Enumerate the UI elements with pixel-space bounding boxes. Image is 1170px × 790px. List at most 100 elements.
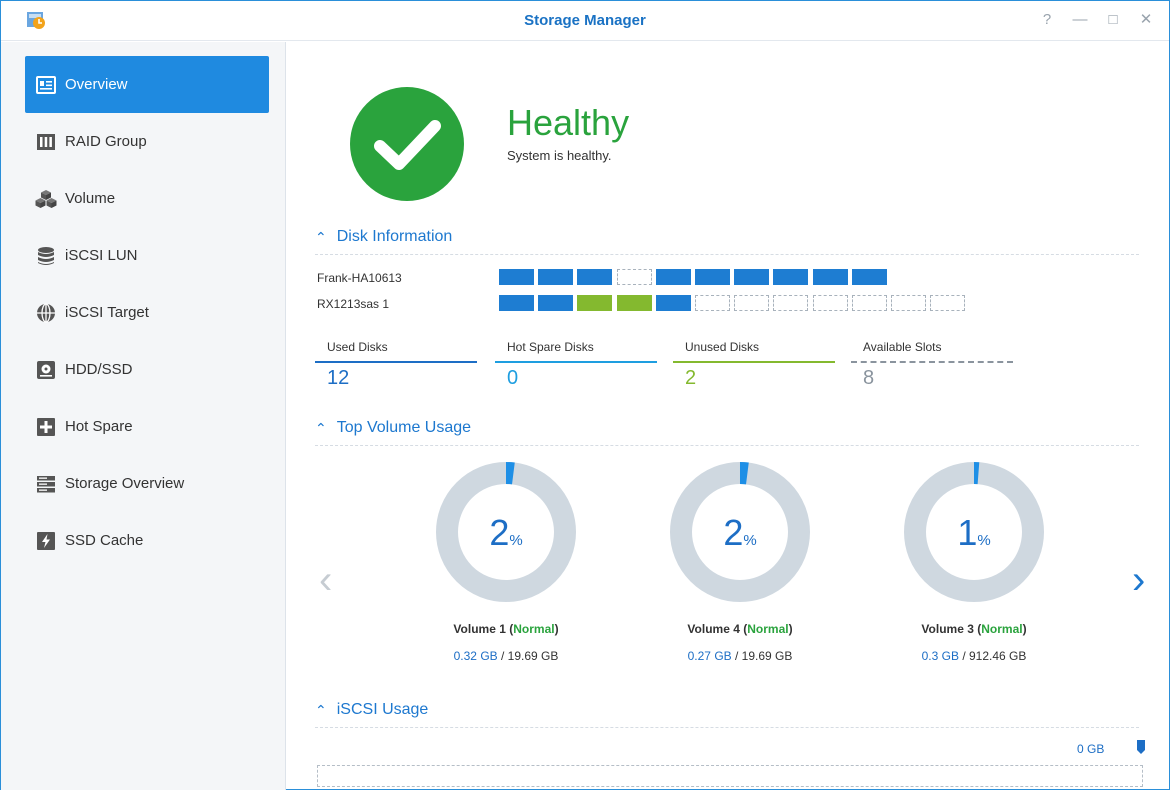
- hdd-ssd-icon: [37, 360, 55, 379]
- volume-icon: [35, 189, 57, 208]
- device-name: Frank-HA10613: [317, 271, 402, 285]
- volume-name: Volume 3 (Normal): [921, 622, 1027, 636]
- stat-label: Hot Spare Disks: [507, 340, 594, 354]
- section-divider: [315, 445, 1139, 446]
- disk-slot-empty: [734, 295, 770, 311]
- overview-icon: [36, 75, 56, 94]
- sidebar-item-iscsi-target[interactable]: iSCSI Target: [25, 284, 269, 341]
- top-volume-usage-heading[interactable]: ⌃ Top Volume Usage: [315, 419, 471, 437]
- disk-slot-used: [851, 269, 887, 285]
- sidebar-item-storage-overview[interactable]: Storage Overview: [25, 455, 269, 512]
- stat-hot-spare-disks: Hot Spare Disks 0: [495, 339, 657, 389]
- sidebar-item-label: RAID Group: [65, 133, 147, 150]
- disk-slot-used: [499, 295, 534, 311]
- stat-bar: [495, 361, 657, 363]
- chevron-up-icon: ⌃: [315, 228, 327, 245]
- window-title: Storage Manager: [524, 12, 646, 29]
- sidebar: Overview RAID Group Volume iSCSI LUN iSC…: [1, 42, 286, 790]
- disk-slot-empty: [930, 295, 966, 311]
- sidebar-item-label: Storage Overview: [65, 475, 185, 492]
- stat-available-slots: Available Slots 8: [851, 339, 1013, 389]
- volume-name: Volume 1 (Normal): [453, 622, 559, 636]
- health-message: System is healthy.: [507, 148, 612, 163]
- disk-slot-used: [538, 269, 574, 285]
- previous-arrow-icon[interactable]: ‹: [319, 560, 332, 600]
- disk-slot-used: [734, 269, 770, 285]
- disk-slot-used: [812, 269, 848, 285]
- ssd-cache-icon: [37, 531, 55, 550]
- stat-bar: [315, 361, 477, 363]
- iscsi-lun-icon: [38, 246, 54, 265]
- stat-label: Available Slots: [863, 340, 942, 354]
- section-title: iSCSI Usage: [336, 701, 429, 718]
- stat-bar: [673, 361, 835, 363]
- volume-percent: 1%: [957, 512, 991, 553]
- sidebar-item-label: Overview: [65, 76, 128, 93]
- sidebar-item-volume[interactable]: Volume: [25, 170, 269, 227]
- minimize-icon[interactable]: —: [1069, 10, 1091, 30]
- device-name: RX1213sas 1: [317, 297, 390, 311]
- disk-slot-empty: [891, 295, 926, 311]
- disk-slot-used: [655, 269, 691, 285]
- sidebar-item-iscsi-lun[interactable]: iSCSI LUN: [25, 227, 269, 284]
- sidebar-item-label: Volume: [65, 190, 116, 207]
- disk-slot-empty: [695, 295, 730, 311]
- sidebar-item-label: Hot Spare: [65, 418, 133, 435]
- volume-percent: 2%: [489, 512, 523, 553]
- disk-slot-used: [499, 269, 534, 285]
- section-title: Disk Information: [336, 228, 453, 245]
- sidebar-item-label: iSCSI LUN: [65, 247, 138, 264]
- volume-size: 0.3 GB / 912.46 GB: [921, 649, 1027, 663]
- maximize-icon[interactable]: □: [1102, 10, 1124, 30]
- stat-label: Used Disks: [327, 340, 388, 354]
- stat-value: 12: [327, 367, 350, 389]
- stat-value: 8: [863, 367, 875, 389]
- stat-bar: [851, 361, 1013, 363]
- stat-used-disks: Used Disks 12: [315, 339, 477, 389]
- section-divider: [315, 727, 1139, 728]
- sidebar-item-overview[interactable]: Overview: [25, 56, 269, 113]
- sidebar-item-label: HDD/SSD: [65, 361, 133, 378]
- help-icon[interactable]: ?: [1036, 10, 1058, 30]
- raid-group-icon: [37, 133, 55, 150]
- disk-slot-used: [538, 295, 574, 311]
- stat-value: 0: [507, 367, 519, 389]
- health-status: Healthy: [507, 102, 630, 143]
- iscsi-usage-heading[interactable]: ⌃ iSCSI Usage: [315, 701, 428, 719]
- chevron-up-icon: ⌃: [315, 701, 327, 718]
- storage-overview-icon: [37, 475, 55, 492]
- sidebar-item-ssd-cache[interactable]: SSD Cache: [25, 512, 269, 569]
- disk-slot-spare: [616, 295, 652, 311]
- storage-manager-window: Storage Manager ? — □ ✕ Overview RAID Gr…: [0, 0, 1170, 790]
- disk-slot-used: [695, 269, 730, 285]
- chevron-up-icon: ⌃: [315, 419, 327, 436]
- stat-label: Unused Disks: [685, 340, 760, 354]
- close-icon[interactable]: ✕: [1135, 10, 1157, 30]
- disk-slot-empty: [616, 269, 652, 285]
- volume-name: Volume 4 (Normal): [687, 622, 793, 636]
- main-content: Healthy System is healthy. ⌃ Disk Inform…: [287, 42, 1169, 790]
- sidebar-item-hdd-ssd[interactable]: HDD/SSD: [25, 341, 269, 398]
- sidebar-item-hot-spare[interactable]: Hot Spare: [25, 398, 269, 455]
- next-arrow-icon[interactable]: ›: [1132, 560, 1145, 600]
- sidebar-item-raid-group[interactable]: RAID Group: [25, 113, 269, 170]
- title-bar: Storage Manager ? — □ ✕: [1, 1, 1169, 41]
- volume-size: 0.27 GB / 19.69 GB: [687, 649, 793, 663]
- stat-unused-disks: Unused Disks 2: [673, 339, 835, 389]
- disk-slot-spare: [577, 295, 613, 311]
- iscsi-target-icon: [37, 302, 55, 323]
- healthy-check-icon: [350, 87, 464, 201]
- section-title: Top Volume Usage: [336, 419, 472, 436]
- iscsi-usage-value: 0 GB: [1077, 742, 1105, 756]
- disk-slot-empty: [812, 295, 848, 311]
- sidebar-item-label: SSD Cache: [65, 532, 144, 549]
- disk-information-heading[interactable]: ⌃ Disk Information: [315, 228, 452, 246]
- section-divider: [315, 254, 1139, 255]
- stat-value: 2: [685, 367, 697, 389]
- disk-slot-empty: [773, 295, 809, 311]
- iscsi-usage-bar: [317, 765, 1143, 787]
- volume-percent: 2%: [723, 512, 757, 553]
- volume-size: 0.32 GB / 19.69 GB: [453, 649, 559, 663]
- disk-slot-used: [577, 269, 613, 285]
- sidebar-item-label: iSCSI Target: [65, 304, 149, 321]
